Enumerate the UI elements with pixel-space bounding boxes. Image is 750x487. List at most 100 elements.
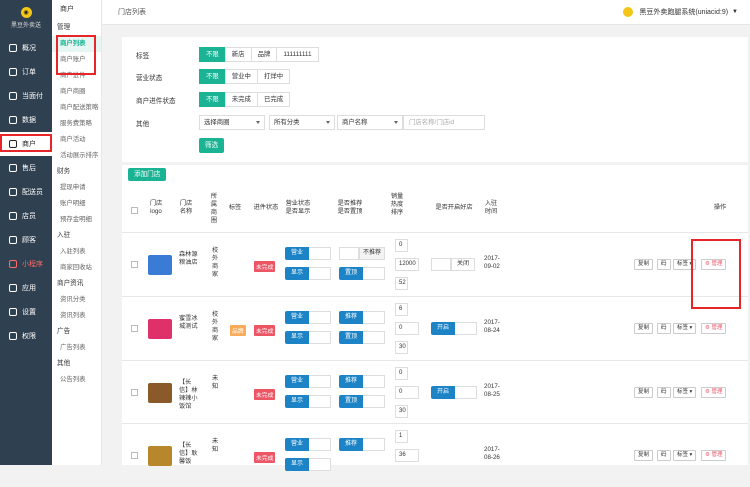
select-business-circle[interactable]: 选择商圈 <box>199 115 265 130</box>
business-toggle[interactable]: 营业 <box>285 247 332 260</box>
good-store-toggle[interactable]: 开启 <box>431 386 478 399</box>
heat-input[interactable]: 0 <box>395 322 419 335</box>
add-store-button[interactable]: 添加门店 <box>128 168 167 181</box>
tag-dropdown-label: 标签 <box>677 452 689 458</box>
display-toggle[interactable]: 显示 <box>285 267 332 280</box>
subnav-item[interactable]: 商户商圈 <box>52 84 101 100</box>
select-all-checkbox[interactable] <box>131 207 138 214</box>
select-category[interactable]: 所有分类 <box>269 115 335 130</box>
manage-button-label: 管理 <box>711 452 723 458</box>
sort-input[interactable]: 30 <box>395 341 408 354</box>
subnav-item[interactable]: 服务费策略 <box>52 116 101 132</box>
sidebar-item-clerk[interactable]: 店员 <box>0 204 52 228</box>
sales-input[interactable]: 0 <box>395 367 408 380</box>
subnav-item[interactable]: 资讯分类 <box>52 292 101 308</box>
copy-button[interactable]: 复制 <box>634 387 654 398</box>
tag-dropdown-button[interactable]: 标签 ▾ <box>673 387 697 398</box>
recommend-toggle[interactable]: 推荐 <box>339 375 386 388</box>
manage-button[interactable]: ⚙ 管理 <box>701 323 727 334</box>
copy-button[interactable]: 复制 <box>634 259 654 270</box>
sidebar-item-miniprogram[interactable]: 小程序 <box>0 252 52 276</box>
subnav-item[interactable]: 公告列表 <box>52 372 101 388</box>
manage-button[interactable]: ⚙ 管理 <box>701 450 727 461</box>
filter-tag-all[interactable]: 不限 <box>199 47 226 62</box>
sidebar-item-store[interactable]: 商户 <box>0 132 52 156</box>
pin-toggle[interactable]: 置顶 <box>339 395 386 408</box>
subnav-item[interactable]: 活动展示排序 <box>52 148 101 164</box>
pin-toggle[interactable]: 置顶 <box>339 331 386 344</box>
sidebar-item-data[interactable]: 数据 <box>0 108 52 132</box>
filter-tag-custom[interactable]: 111111111 <box>276 47 319 62</box>
qrcode-button[interactable]: 码 <box>657 387 671 398</box>
sales-input[interactable]: 0 <box>395 239 408 252</box>
sidebar-item-overview[interactable]: 概况 <box>0 36 52 60</box>
sort-input[interactable]: 52 <box>395 277 408 290</box>
store-search-input[interactable]: 门店名称/门店id <box>403 115 485 130</box>
subnav-item[interactable]: 提现申请 <box>52 180 101 196</box>
business-toggle[interactable]: 营业 <box>285 311 332 324</box>
filter-row-onboarding: 商户进件状态 不限 未完成 已完成 <box>136 92 291 107</box>
subnav-item[interactable]: 商户账户 <box>52 52 101 68</box>
sidebar-item-aftersale[interactable]: 售后 <box>0 156 52 180</box>
good-store-toggle[interactable]: 开启 <box>431 322 478 335</box>
business-toggle[interactable]: 营业 <box>285 438 332 451</box>
filter-button[interactable]: 筛选 <box>199 138 225 153</box>
manage-button[interactable]: ⚙ 管理 <box>701 387 727 398</box>
row-checkbox[interactable] <box>131 261 138 268</box>
subnav-item[interactable]: 预存金明细 <box>52 212 101 228</box>
subnav-item[interactable]: 商户活动 <box>52 132 101 148</box>
copy-button[interactable]: 复制 <box>634 450 654 461</box>
subnav-item[interactable]: 广告列表 <box>52 340 101 356</box>
system-account[interactable]: 黑豆外卖跑腿系统(uniacid:9) ▼ <box>623 7 738 17</box>
pin-toggle[interactable]: 置顶 <box>339 267 386 280</box>
sidebar-item-order[interactable]: 订单 <box>0 60 52 84</box>
filter-tag-brand[interactable]: 品牌 <box>250 47 278 62</box>
good-store-toggle[interactable]: 关闭 <box>431 258 476 271</box>
heat-input[interactable]: 12000 <box>395 258 419 271</box>
qrcode-button[interactable]: 码 <box>657 450 671 461</box>
display-toggle[interactable]: 显示 <box>285 395 332 408</box>
subnav-item[interactable]: 入驻列表 <box>52 244 101 260</box>
filter-tag-new[interactable]: 新店 <box>224 47 252 62</box>
sidebar-item-apps[interactable]: 应用 <box>0 276 52 300</box>
filter-business-open[interactable]: 营业中 <box>224 69 258 84</box>
heat-input[interactable]: 0 <box>395 386 419 399</box>
recommend-toggle[interactable]: 不推荐 <box>339 247 386 260</box>
subnav-item[interactable]: 商户进件 <box>52 68 101 84</box>
sidebar-item-payment[interactable]: 当面付 <box>0 84 52 108</box>
manage-button[interactable]: ⚙ 管理 <box>701 259 727 270</box>
sidebar-item-settings[interactable]: 设置 <box>0 300 52 324</box>
heat-input[interactable]: 36 <box>395 449 419 462</box>
subnav-item[interactable]: 商家回收站 <box>52 260 101 276</box>
row-checkbox[interactable] <box>131 452 138 459</box>
subnav-item[interactable]: 商户配送策略 <box>52 100 101 116</box>
filter-onboarding-all[interactable]: 不限 <box>199 92 226 107</box>
select-search-field[interactable]: 商户名称 <box>337 115 403 130</box>
filter-onboarding-complete[interactable]: 已完成 <box>256 92 291 107</box>
business-toggle[interactable]: 营业 <box>285 375 332 388</box>
tag-dropdown-button[interactable]: 标签 ▾ <box>673 259 697 270</box>
row-checkbox[interactable] <box>131 389 138 396</box>
sidebar-item-customer[interactable]: 顾客 <box>0 228 52 252</box>
recommend-toggle[interactable]: 推荐 <box>339 311 386 324</box>
filter-onboarding-incomplete[interactable]: 未完成 <box>224 92 258 107</box>
sales-input[interactable]: 1 <box>395 430 408 443</box>
filter-business-closed[interactable]: 打烊中 <box>256 69 291 84</box>
tag-dropdown-button[interactable]: 标签 ▾ <box>673 450 697 461</box>
qrcode-button[interactable]: 码 <box>657 259 671 270</box>
sales-input[interactable]: 6 <box>395 303 408 316</box>
filter-business-all[interactable]: 不限 <box>199 69 226 84</box>
sort-input[interactable]: 30 <box>395 405 408 418</box>
subnav-item[interactable]: 资讯列表 <box>52 308 101 324</box>
copy-button[interactable]: 复制 <box>634 323 654 334</box>
tag-dropdown-button[interactable]: 标签 ▾ <box>673 323 697 334</box>
subnav-item[interactable]: 商户列表 <box>52 36 101 52</box>
row-checkbox[interactable] <box>131 325 138 332</box>
sidebar-item-courier[interactable]: 配送员 <box>0 180 52 204</box>
subnav-item[interactable]: 账户明细 <box>52 196 101 212</box>
qrcode-button[interactable]: 码 <box>657 323 671 334</box>
brand-logo[interactable]: ◉ 黑豆外卖送 <box>0 0 52 36</box>
sidebar-item-permission[interactable]: 权限 <box>0 324 52 348</box>
display-toggle[interactable]: 显示 <box>285 331 332 344</box>
recommend-toggle[interactable]: 推荐 <box>339 438 386 451</box>
